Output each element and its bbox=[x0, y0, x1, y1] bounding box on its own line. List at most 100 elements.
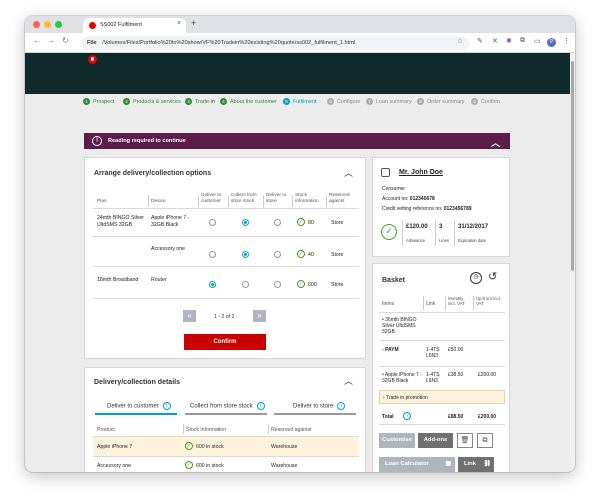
pager-text: 1 - 2 of 2 bbox=[214, 314, 235, 320]
chevron-up-icon[interactable]: ︿ bbox=[344, 374, 353, 387]
total-monthly: £88.50 bbox=[448, 414, 464, 420]
row-product: Accessory one bbox=[97, 463, 132, 469]
tab-close-icon[interactable]: × bbox=[177, 20, 181, 27]
column-divider bbox=[473, 296, 474, 310]
stock-check-icon: ✓ bbox=[185, 442, 193, 450]
loan-calculator-button[interactable]: Loan Calculator ▦ bbox=[379, 457, 455, 472]
deliver-customer-radio[interactable] bbox=[209, 251, 216, 258]
allowance-value: £120.00 bbox=[406, 224, 428, 230]
bookmark-star-icon[interactable]: ☆ bbox=[457, 37, 463, 45]
profile-avatar[interactable]: P bbox=[547, 38, 556, 47]
step-prospect[interactable]: 1 Prospect bbox=[83, 98, 114, 105]
trade-in-promotion-row[interactable]: › Trade in promotion bbox=[379, 390, 505, 404]
scrollbar-thumb[interactable] bbox=[571, 61, 574, 271]
history-clock-icon[interactable]: ◷ bbox=[470, 272, 482, 284]
approved-check-icon: ✓ bbox=[381, 224, 397, 240]
header-product: Product bbox=[97, 427, 115, 433]
puzzle-extensions-icon[interactable]: ⧉ bbox=[520, 37, 525, 45]
basket-item-paym[interactable]: › PAYM bbox=[382, 347, 399, 353]
lines-label: Lines bbox=[439, 238, 450, 243]
collect-store-radio[interactable] bbox=[242, 219, 249, 226]
active-tab-indicator bbox=[95, 413, 177, 415]
divider bbox=[454, 220, 455, 246]
minimize-window-button[interactable] bbox=[44, 21, 51, 28]
deliver-customer-radio[interactable] bbox=[209, 281, 216, 288]
column-divider bbox=[423, 296, 424, 310]
step-loan-summary[interactable]: 7 Loan summary bbox=[366, 98, 412, 105]
confirm-button[interactable]: Confirm bbox=[184, 334, 266, 350]
close-window-button[interactable] bbox=[33, 21, 40, 28]
collect-store-radio[interactable] bbox=[242, 251, 249, 258]
credit-line: Credit vetting reference no: 0123456789 bbox=[382, 206, 472, 212]
step-order-summary[interactable]: 8 Order summary bbox=[417, 98, 464, 105]
maximize-window-button[interactable] bbox=[55, 21, 62, 28]
alert-icon: ! bbox=[92, 136, 102, 146]
expiry-value: 31/12/2017 bbox=[458, 224, 489, 230]
pen-extension-icon[interactable]: ✎ bbox=[477, 37, 483, 45]
step-trade-in[interactable]: 3 Trade-in bbox=[185, 98, 215, 105]
header-divider bbox=[93, 208, 359, 209]
customer-name[interactable]: Mr. John Doe bbox=[399, 169, 443, 176]
page-scrollbar[interactable] bbox=[570, 53, 575, 472]
link-chain-icon: ⛓ bbox=[483, 461, 491, 467]
tab-deliver-to-store[interactable]: Deliver to store i bbox=[293, 402, 346, 410]
tab-bar: SS002 Fulfilment × + bbox=[25, 16, 575, 33]
trash-icon[interactable]: 🗑 bbox=[457, 433, 473, 448]
add-ons-button[interactable]: Add-ons bbox=[418, 433, 453, 448]
sidebar-icon[interactable]: ▭ bbox=[534, 37, 541, 45]
deliver-store-radio[interactable] bbox=[274, 281, 281, 288]
url-input[interactable]: File /Volumes/Files/Portfolio%20to%20sho… bbox=[81, 36, 469, 50]
previous-page-button[interactable]: « bbox=[183, 310, 196, 322]
deliver-customer-radio[interactable] bbox=[209, 219, 216, 226]
info-icon[interactable]: i bbox=[162, 402, 171, 410]
step-configure[interactable]: 6 Configure bbox=[327, 98, 360, 105]
column-divider bbox=[148, 195, 149, 207]
step-confirm[interactable]: 9 Confirm bbox=[471, 98, 500, 105]
browser-tab[interactable]: SS002 Fulfilment × bbox=[83, 18, 186, 33]
new-tab-button[interactable]: + bbox=[191, 18, 196, 28]
customer-icon bbox=[381, 168, 390, 177]
row-device: Router bbox=[151, 277, 167, 283]
collect-store-radio[interactable] bbox=[242, 281, 249, 288]
total-divider bbox=[379, 424, 505, 425]
x-extension-icon[interactable]: ✕ bbox=[492, 37, 498, 45]
arrange-options-title: Arrange delivery/collection options bbox=[94, 170, 212, 177]
reload-icon[interactable]: ↻ bbox=[62, 36, 69, 45]
row-plan: 18mth Broadband bbox=[97, 277, 139, 283]
stock-check-icon: ✓ bbox=[297, 280, 305, 288]
next-page-button[interactable]: » bbox=[253, 310, 266, 322]
tab-deliver-to-customer[interactable]: Deliver to customer i bbox=[107, 402, 171, 410]
customer-card: Mr. John Doe Consumer Account no: 012345… bbox=[372, 157, 510, 257]
chevron-up-icon[interactable]: ︿ bbox=[491, 136, 500, 149]
stock-count: 80 bbox=[308, 220, 314, 226]
copy-icon[interactable]: ⧉ bbox=[477, 433, 493, 448]
divider bbox=[402, 220, 403, 246]
tab-collect-from-store[interactable]: Collect from store stock i bbox=[190, 402, 265, 410]
header-divider bbox=[379, 312, 505, 313]
row-divider bbox=[93, 456, 359, 457]
basket-item-link: 1-4TS L6N3 bbox=[426, 372, 440, 384]
chevron-up-icon[interactable]: ︿ bbox=[344, 166, 353, 179]
reading-required-alert[interactable]: ! Reading required to continue ︿ bbox=[84, 133, 510, 149]
extension-icon[interactable]: ✺ bbox=[506, 37, 512, 45]
deliver-store-radio[interactable] bbox=[274, 251, 281, 258]
vodafone-logo-icon[interactable] bbox=[88, 55, 97, 64]
alert-text: Reading required to continue bbox=[108, 138, 186, 144]
step-products-services[interactable]: 2 Products & services bbox=[123, 98, 181, 105]
stock-check-icon: ✓ bbox=[297, 218, 305, 226]
menu-dots-icon[interactable]: ⋮ bbox=[563, 37, 570, 45]
customise-button[interactable]: Customise bbox=[379, 433, 415, 448]
undo-icon[interactable]: ↺ bbox=[488, 270, 497, 283]
step-about-customer[interactable]: 4 About the customer bbox=[220, 98, 277, 105]
info-icon[interactable]: i bbox=[256, 402, 265, 410]
calculator-icon: ▦ bbox=[445, 461, 451, 467]
link-button[interactable]: Link ⛓ bbox=[458, 457, 494, 472]
table-row-highlighted[interactable] bbox=[93, 437, 359, 456]
basket-item-link: 1-4TS L6N3 bbox=[426, 347, 440, 359]
forward-arrow-icon[interactable]: → bbox=[47, 36, 55, 45]
info-icon[interactable]: i bbox=[337, 402, 346, 410]
info-icon[interactable]: i bbox=[403, 412, 411, 420]
deliver-store-radio[interactable] bbox=[274, 219, 281, 226]
back-arrow-icon[interactable]: ← bbox=[33, 36, 41, 45]
step-fulfilment[interactable]: 5 Fulfilment bbox=[283, 98, 316, 105]
